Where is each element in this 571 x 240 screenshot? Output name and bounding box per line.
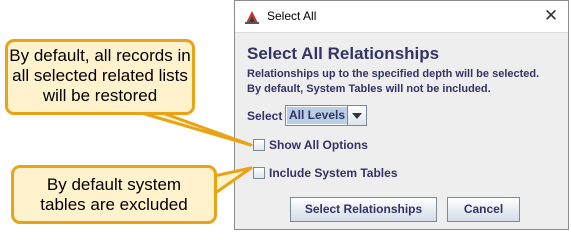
select-all-dialog: Select All ✕ Select All Relationships Re… — [234, 0, 569, 230]
callout-excluded-line-1: By default system — [46, 175, 182, 194]
description-line-1: Relationships up to the specified depth … — [247, 68, 540, 80]
dialog-heading: Select All Relationships — [247, 44, 440, 63]
callout-excluded-line-2: tables are excluded — [40, 195, 188, 214]
callout-restored-line-1: By default, all records in — [9, 46, 191, 65]
callout-records-restored: By default, all records in all selected … — [5, 39, 195, 115]
cancel-button[interactable]: Cancel — [447, 197, 520, 222]
dialog-titlebar: Select All ✕ — [235, 1, 568, 33]
show-all-options-label: Show All Options — [269, 138, 368, 152]
dialog-title: Select All — [267, 9, 317, 23]
chevron-down-icon — [352, 113, 362, 119]
depth-select-dropdown[interactable]: All Levels — [285, 105, 367, 126]
callout-restored-line-2: all selected related lists — [12, 66, 188, 85]
description-line-2: By default, System Tables will not be in… — [247, 83, 491, 95]
callout-restored-line-3: will be restored — [42, 86, 158, 105]
app-logo-icon — [244, 9, 260, 25]
close-icon[interactable]: ✕ — [540, 5, 562, 27]
show-all-options-checkbox[interactable] — [253, 139, 265, 151]
dropdown-arrow-button[interactable] — [347, 106, 366, 125]
include-system-tables-label: Include System Tables — [269, 166, 398, 180]
screenshot-stage: Select All ✕ Select All Relationships Re… — [0, 0, 571, 232]
include-system-tables-checkbox[interactable] — [253, 167, 265, 179]
callout-system-tables-excluded: By default system tables are excluded — [11, 165, 217, 224]
select-relationships-button[interactable]: Select Relationships — [290, 197, 437, 222]
depth-select-label: Select — [247, 109, 283, 123]
depth-select-value: All Levels — [287, 107, 347, 124]
